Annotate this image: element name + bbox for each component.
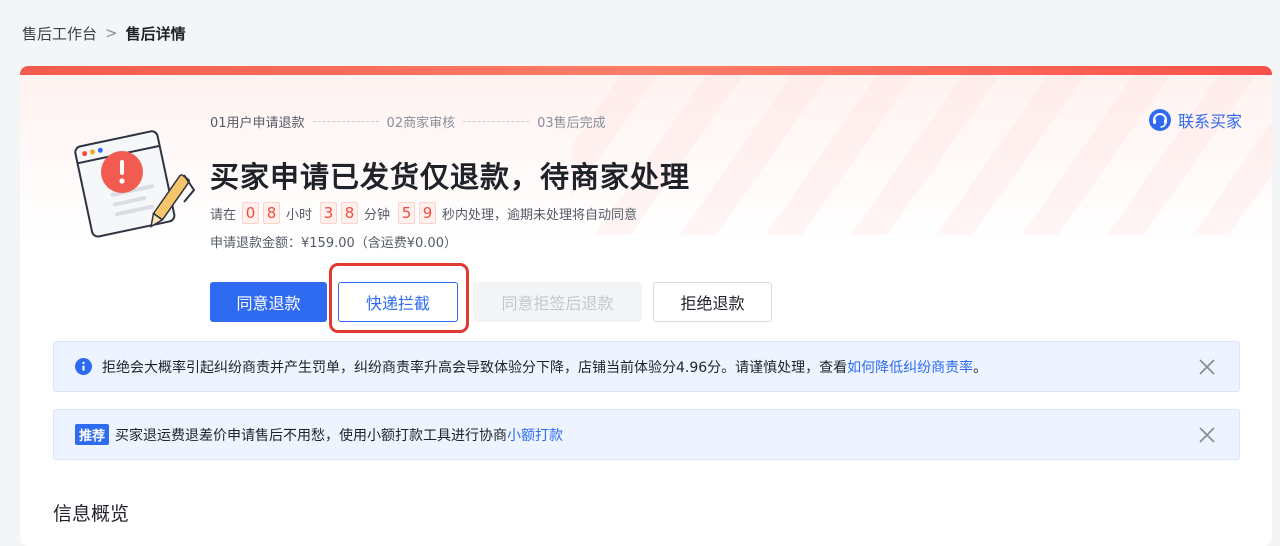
contact-buyer-label: 联系买家: [1177, 112, 1242, 131]
breadcrumb-current: 售后详情: [125, 24, 186, 43]
refund-amount: 申请退款金额：¥159.00（含运费¥0.00）: [210, 236, 457, 251]
after-sale-status-card: 01用户申请退款 02商家审核 03售后完成 联系买家 买家申请已发货仅退款，待…: [20, 66, 1272, 546]
breadcrumb-workbench-link[interactable]: 售后工作台: [22, 23, 97, 44]
reduce-dispute-rate-link[interactable]: 如何降低纠纷商责率: [847, 357, 973, 377]
step-merchant-review: 02商家审核: [386, 116, 456, 131]
countdown-digit: 3: [320, 202, 338, 224]
countdown-suffix: 秒内处理，逾期未处理将自动同意: [442, 207, 638, 223]
info-overview-title: 信息概览: [53, 503, 130, 525]
dispute-warning-end: 。: [973, 359, 988, 376]
step-connector: [312, 121, 379, 122]
countdown-digit: 8: [341, 202, 359, 224]
progress-steps: 01用户申请退款 02商家审核 03售后完成: [210, 112, 606, 131]
countdown-digit: 0: [242, 202, 260, 224]
customer-service-icon: [1148, 109, 1171, 131]
breadcrumb: 售后工作台 > 售后详情: [22, 22, 186, 44]
info-icon: [75, 358, 92, 375]
dispute-warning-notice: 拒绝会大概率引起纠纷商责并产生罚单，纠纷商责率升高会导致体验分下降，店铺当前体验…: [53, 341, 1240, 392]
close-icon[interactable]: [1197, 425, 1217, 445]
dispute-warning-text: 拒绝会大概率引起纠纷商责并产生罚单，纠纷商责率升高会导致体验分下降，店铺当前体验…: [102, 359, 848, 376]
reject-refund-button[interactable]: 拒绝退款: [653, 282, 772, 322]
contact-buyer-button[interactable]: 联系买家: [1148, 108, 1242, 132]
countdown-minutes-unit: 分钟: [364, 207, 391, 223]
pending-request-illustration-icon: [74, 130, 196, 238]
step-user-apply: 01用户申请退款: [210, 116, 305, 131]
step-after-sale-complete: 03售后完成: [537, 116, 606, 131]
small-payment-link[interactable]: 小额打款: [507, 425, 563, 445]
status-top-bar: [20, 66, 1272, 75]
breadcrumb-separator: >: [105, 24, 118, 42]
agree-refund-button[interactable]: 同意退款: [210, 282, 327, 322]
status-title: 买家申请已发货仅退款，待商家处理: [210, 160, 691, 194]
step-connector: [463, 121, 530, 122]
recommend-text: 买家退运费退差价申请售后不用愁，使用小额打款工具进行协商: [115, 427, 508, 444]
express-intercept-button[interactable]: 快递拦截: [338, 282, 458, 322]
countdown-digit: 8: [263, 202, 281, 224]
countdown-digit: 5: [398, 202, 416, 224]
agree-after-reject-sign-button: 同意拒签后退款: [473, 282, 642, 322]
close-icon[interactable]: [1197, 357, 1217, 377]
countdown-prefix: 请在: [210, 207, 237, 223]
countdown-hours-unit: 小时: [286, 207, 313, 223]
countdown-digit: 9: [419, 202, 437, 224]
recommend-tag: 推荐: [75, 424, 110, 445]
processing-countdown: 请在 0 8 小时 3 8 分钟 5 9 秒内处理，逾期未处理将自动同意: [210, 202, 643, 224]
recommend-notice: 推荐 买家退运费退差价申请售后不用愁，使用小额打款工具进行协商 小额打款: [53, 409, 1240, 460]
